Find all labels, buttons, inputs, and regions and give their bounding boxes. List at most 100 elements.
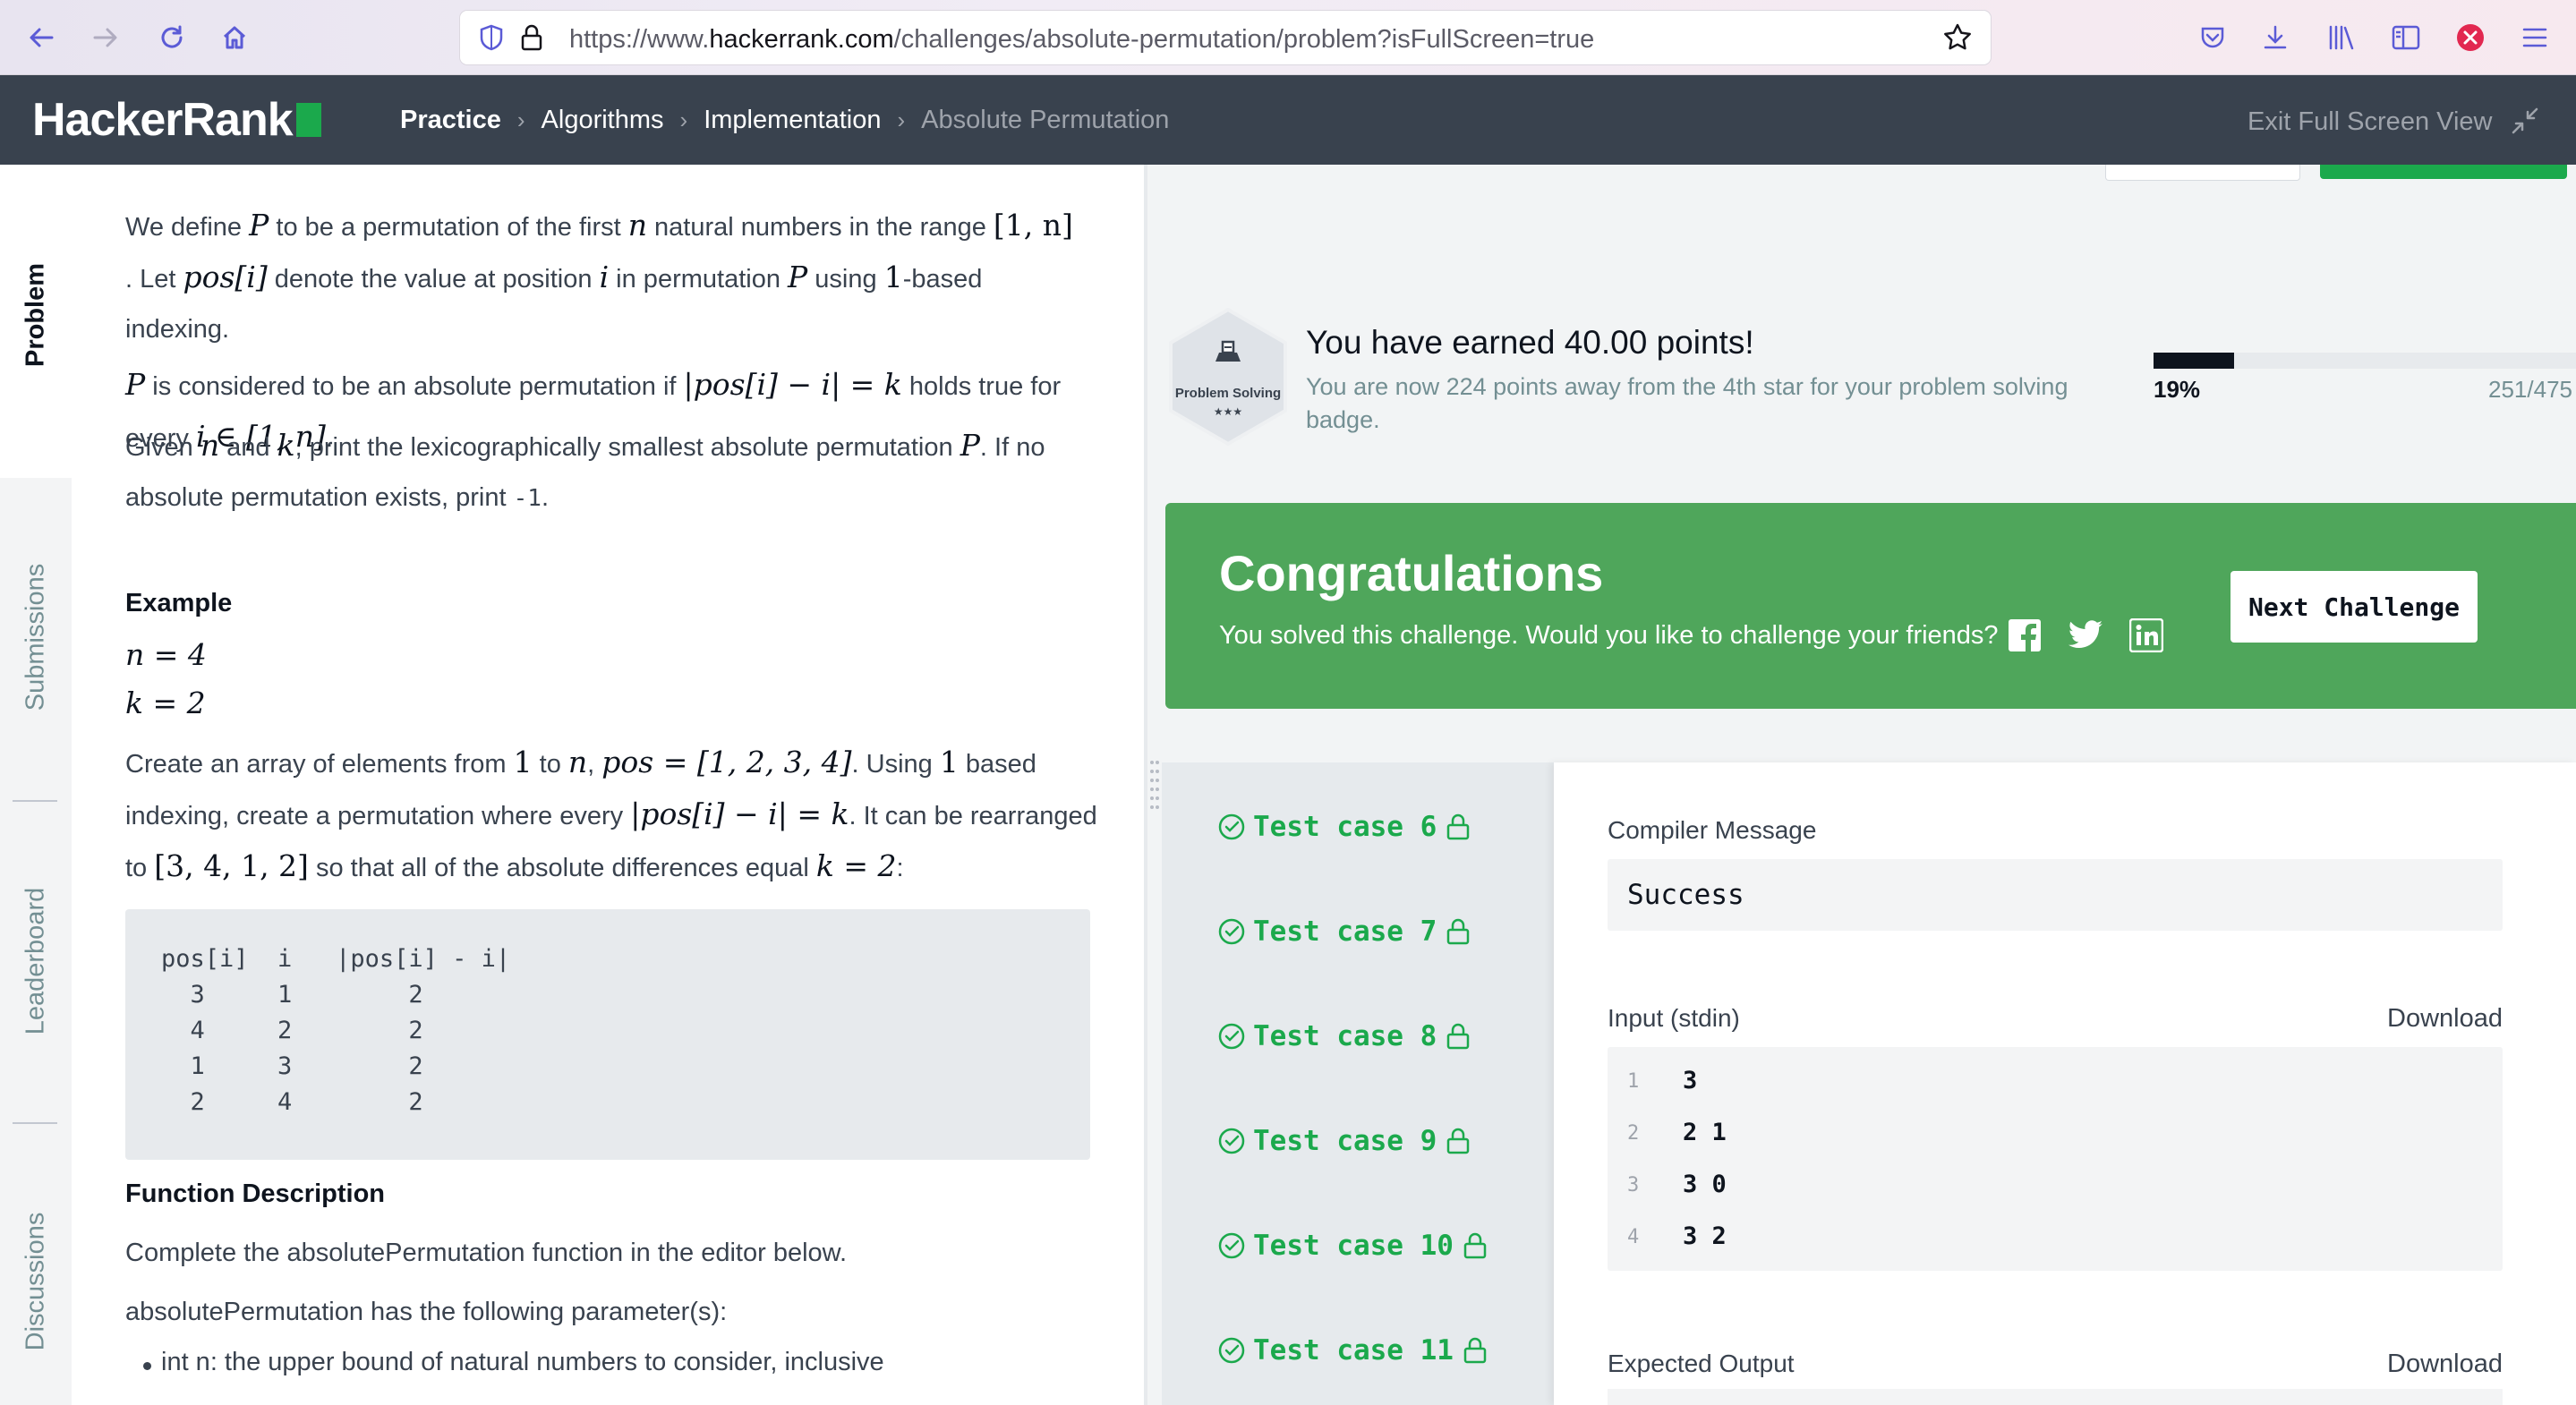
sidebar-icon[interactable] — [2386, 18, 2426, 57]
panel-splitter[interactable] — [1144, 165, 1147, 1405]
code-line: 3 1 2 — [161, 981, 423, 1009]
line-number: 1 — [1627, 1070, 1640, 1093]
check-circle-icon — [1218, 1128, 1245, 1154]
compiler-message-box: Success — [1608, 859, 2503, 931]
test-case-label: Test case 8 — [1253, 1020, 1437, 1052]
star-icon[interactable] — [1942, 22, 1973, 57]
exit-full-screen-link[interactable]: Exit Full Screen View — [2248, 107, 2492, 137]
congratulations-subtitle: You solved this challenge. Would you lik… — [1219, 621, 1999, 650]
lock-icon — [1463, 1232, 1487, 1259]
library-icon[interactable] — [2322, 18, 2361, 57]
input-line: 2 1 — [1683, 1119, 1727, 1146]
chevron-right-icon: › — [679, 106, 688, 133]
line-number: 3 — [1627, 1174, 1640, 1196]
breadcrumb-implementation[interactable]: Implementation — [704, 106, 881, 135]
url-text: https://www.hackerrank.com/challenges/ab… — [569, 25, 1595, 54]
breadcrumb-algorithms[interactable]: Algorithms — [542, 106, 664, 135]
function-description-heading: Function Description — [125, 1179, 385, 1208]
close-circle-icon[interactable] — [2451, 18, 2490, 57]
expected-output-box — [1608, 1389, 2503, 1405]
test-case-list: Test case 6 Test case 7 Test case 8 Test… — [1162, 762, 1554, 1405]
test-case-item[interactable]: Test case 9 — [1217, 1114, 1471, 1168]
problem-solving-badge: Problem Solving ★★★ — [1162, 306, 1294, 447]
code-line: 1 3 2 — [161, 1052, 423, 1080]
test-case-item[interactable]: Test case 11 — [1217, 1324, 1488, 1377]
check-circle-icon — [1218, 813, 1245, 840]
problem-statement: We define P to be a permutation of the f… — [72, 165, 1144, 1405]
pocket-icon[interactable] — [2193, 18, 2232, 57]
line-number: 4 — [1627, 1226, 1640, 1248]
code-line: pos[i] i |pos[i] - i| — [161, 945, 511, 973]
test-case-label: Test case 6 — [1253, 811, 1437, 843]
facebook-icon[interactable] — [2007, 617, 2043, 653]
test-case-label: Test case 11 — [1253, 1334, 1454, 1367]
paragraph-task: Given n and k, print the lexicographical… — [125, 428, 1045, 512]
tab-problem[interactable]: Problem — [21, 263, 51, 367]
example-heading: Example — [125, 589, 233, 617]
congratulations-banner: Congratulations You solved this challeng… — [1165, 503, 2576, 709]
test-case-label: Test case 10 — [1253, 1230, 1454, 1262]
linkedin-icon[interactable] — [2128, 617, 2164, 653]
check-circle-icon — [1218, 1023, 1245, 1050]
tab-discussions[interactable]: Discussions — [21, 1213, 51, 1351]
check-circle-icon — [1218, 1337, 1245, 1364]
drag-handle-icon[interactable] — [1149, 757, 1160, 811]
bullet-icon — [143, 1362, 151, 1370]
badge-progress-bar — [2154, 353, 2576, 369]
tab-submissions[interactable]: Submissions — [21, 564, 51, 711]
compiler-message-text: Success — [1627, 879, 1744, 911]
badge-progress-count: 251/475 — [2488, 376, 2572, 403]
test-case-label: Test case 9 — [1253, 1125, 1437, 1157]
back-icon[interactable] — [21, 18, 61, 57]
lock-icon — [1447, 1023, 1470, 1050]
parameter-n: int n: the upper bound of natural number… — [161, 1348, 884, 1376]
function-description-text: Complete the absolutePermutation functio… — [125, 1239, 848, 1267]
test-case-item[interactable]: Test case 8 — [1217, 1009, 1471, 1063]
code-line: 4 2 2 — [161, 1017, 423, 1044]
next-challenge-button[interactable]: Next Challenge — [2231, 571, 2478, 643]
download-icon[interactable] — [2256, 18, 2295, 57]
menu-icon[interactable] — [2515, 18, 2555, 57]
breadcrumb-practice[interactable]: Practice — [400, 106, 501, 135]
input-line: 3 2 — [1683, 1222, 1727, 1250]
paragraph-example: Create an array of elements from 1 to n,… — [125, 745, 1097, 883]
clipped-button[interactable] — [2105, 165, 2300, 181]
tab-divider — [13, 1122, 57, 1124]
lock-icon — [1447, 918, 1470, 945]
congratulations-title: Congratulations — [1219, 545, 1604, 601]
forward-icon[interactable] — [86, 18, 125, 57]
collapse-icon[interactable] — [2510, 106, 2540, 136]
code-line: 2 4 2 — [161, 1088, 423, 1116]
test-case-item[interactable]: Test case 10 — [1217, 1219, 1488, 1273]
badge-progress-percent: 19% — [2154, 376, 2201, 403]
hackerrank-logo[interactable]: HackerRank — [32, 93, 321, 147]
test-case-item[interactable]: Test case 7 — [1217, 905, 1471, 958]
tab-leaderboard[interactable]: Leaderboard — [21, 888, 51, 1035]
earned-points-subtitle: You are now 224 points away from the 4th… — [1306, 373, 2068, 433]
example-code-block: pos[i] i |pos[i] - i| 3 1 2 4 2 2 1 3 2 … — [125, 909, 1090, 1160]
home-icon[interactable] — [215, 18, 254, 57]
check-circle-icon — [1218, 918, 1245, 945]
lock-icon — [1463, 1337, 1487, 1364]
twitter-icon[interactable] — [2068, 617, 2103, 653]
breadcrumb: Practice › Algorithms › Implementation ›… — [400, 106, 1169, 135]
lock-icon — [1447, 1128, 1470, 1154]
url-bar[interactable]: https://www.hackerrank.com/challenges/ab… — [460, 11, 1991, 64]
test-case-label: Test case 7 — [1253, 915, 1437, 948]
reload-icon[interactable] — [152, 18, 192, 57]
clipped-submit-button[interactable] — [2320, 165, 2567, 179]
expected-output-label: Expected Output — [1608, 1350, 1795, 1377]
site-header: HackerRank Practice › Algorithms › Imple… — [0, 75, 2576, 165]
shield-icon[interactable] — [478, 23, 505, 56]
tab-divider — [13, 800, 57, 802]
example-n: n = 4 — [125, 637, 207, 672]
expected-output-download-link[interactable]: Download — [2387, 1350, 2503, 1379]
badge-stars: ★★★ — [1214, 405, 1242, 418]
input-download-link[interactable]: Download — [2387, 1004, 2503, 1034]
lock-icon[interactable] — [519, 23, 544, 56]
chevron-right-icon: › — [897, 106, 906, 133]
lock-icon — [1447, 813, 1470, 840]
chevron-right-icon: › — [516, 106, 525, 133]
test-case-item[interactable]: Test case 6 — [1217, 800, 1471, 854]
input-line: 3 0 — [1683, 1171, 1727, 1198]
